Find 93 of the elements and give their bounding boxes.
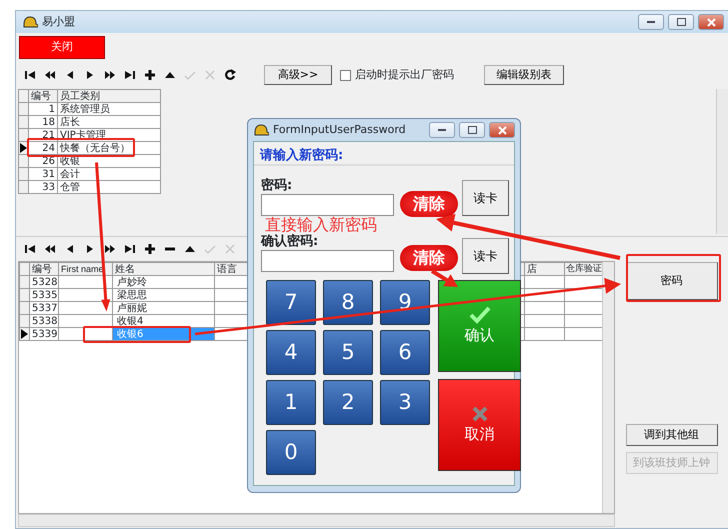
field-label: 密码: bbox=[261, 178, 294, 194]
close-button[interactable] bbox=[698, 14, 724, 30]
read-card-button[interactable]: 读卡 bbox=[462, 180, 509, 216]
checkbox[interactable] bbox=[340, 70, 351, 80]
minimize-button[interactable] bbox=[638, 14, 664, 30]
edit-level-table-button[interactable]: 编辑级别表 bbox=[484, 65, 564, 85]
double-right-icon[interactable] bbox=[104, 242, 116, 254]
keypad-key[interactable]: 9 bbox=[380, 280, 430, 325]
column-header: 员工类别 bbox=[58, 90, 160, 102]
cancel-button[interactable]: 取消 bbox=[438, 379, 521, 471]
double-left-icon[interactable] bbox=[44, 242, 56, 254]
first-icon[interactable] bbox=[24, 69, 36, 81]
table-cell: 店长 bbox=[58, 116, 160, 128]
table-cell: 梁思思 bbox=[112, 288, 214, 302]
table-cell: 卢丽妮 bbox=[112, 302, 214, 314]
table-cell: 5337 bbox=[30, 302, 58, 314]
minimize-icon bbox=[438, 129, 446, 131]
annotation-text: 直接输入新密码 bbox=[265, 216, 377, 234]
first-icon[interactable] bbox=[24, 242, 36, 254]
table-cell bbox=[58, 328, 112, 340]
dialog-title: FormInputUserPassword bbox=[273, 122, 406, 138]
table-cell: 1 bbox=[28, 102, 58, 116]
table-cell: 33 bbox=[28, 180, 58, 194]
column-header: First name bbox=[58, 262, 112, 276]
maximize-button[interactable] bbox=[459, 122, 485, 138]
table-cell bbox=[524, 314, 564, 328]
keypad-key[interactable]: 7 bbox=[266, 280, 316, 325]
table-cell: 卢妙玲 bbox=[112, 276, 214, 288]
keypad-key[interactable]: 0 bbox=[266, 430, 316, 475]
table-cell: 24 bbox=[28, 142, 58, 154]
table-cell: 5328 bbox=[30, 276, 58, 288]
table-cell bbox=[58, 314, 112, 328]
keypad-key[interactable]: 2 bbox=[323, 380, 373, 425]
password-field[interactable] bbox=[261, 250, 394, 272]
check-icon bbox=[468, 306, 490, 324]
annotation-label: 清除 bbox=[400, 191, 458, 217]
double-right-icon[interactable] bbox=[104, 69, 116, 81]
row-pointer-icon bbox=[21, 329, 28, 339]
read-card-button[interactable]: 读卡 bbox=[462, 238, 509, 274]
last-icon[interactable] bbox=[124, 242, 136, 254]
minimize-icon bbox=[647, 21, 655, 23]
scrollbar[interactable] bbox=[716, 89, 728, 234]
column-header: 店 bbox=[524, 262, 564, 276]
prompt-text: 请输入新密码: bbox=[254, 142, 514, 166]
side-button[interactable]: 调到其他组 bbox=[626, 424, 718, 446]
table-cell bbox=[524, 276, 564, 288]
annotation-label: 清除 bbox=[400, 245, 458, 271]
keypad-key[interactable]: 3 bbox=[380, 380, 430, 425]
checkbox-label: 启动时提示出厂密码 bbox=[355, 66, 454, 83]
close-icon bbox=[498, 126, 506, 134]
close-button[interactable] bbox=[489, 122, 515, 138]
maximize-icon bbox=[468, 126, 476, 134]
keypad-key[interactable]: 6 bbox=[380, 330, 430, 375]
column-header: 仓库验证 bbox=[564, 262, 602, 276]
keypad-key[interactable]: 4 bbox=[266, 330, 316, 375]
helmet-icon bbox=[22, 15, 38, 29]
column-header: 编号 bbox=[30, 262, 58, 276]
table-cell: 5335 bbox=[30, 288, 58, 302]
last-icon[interactable] bbox=[124, 69, 136, 81]
table-cell: 18 bbox=[28, 116, 58, 128]
password-field[interactable] bbox=[261, 194, 394, 216]
keypad-key[interactable]: 5 bbox=[323, 330, 373, 375]
keypad-key[interactable]: 1 bbox=[266, 380, 316, 425]
field-label: 确认密码: bbox=[261, 234, 320, 250]
maximize-button[interactable] bbox=[668, 14, 694, 30]
maximize-icon bbox=[676, 18, 686, 26]
table-cell bbox=[524, 302, 564, 314]
side-button[interactable]: 密码 bbox=[626, 262, 718, 300]
column-header: 编号 bbox=[28, 90, 58, 102]
window-title: 易小盟 bbox=[42, 14, 75, 30]
horizontal-scrollbar[interactable] bbox=[18, 514, 615, 527]
table-cell bbox=[524, 328, 564, 340]
advanced-button[interactable]: 高级>> bbox=[264, 65, 332, 85]
confirm-button[interactable]: 确认 bbox=[438, 280, 521, 372]
plus-icon[interactable] bbox=[144, 69, 156, 81]
minimize-button[interactable] bbox=[429, 122, 455, 138]
close-icon bbox=[706, 18, 716, 26]
double-left-icon[interactable] bbox=[44, 69, 56, 81]
refresh-icon[interactable] bbox=[224, 69, 236, 81]
x-icon bbox=[470, 404, 488, 423]
column-header: 姓名 bbox=[112, 262, 214, 276]
close-button[interactable]: 关闭 bbox=[19, 36, 105, 59]
table-cell: 系统管理员 bbox=[58, 102, 160, 116]
table-cell: 快餐（无台号） bbox=[58, 142, 160, 154]
table-cell: 5338 bbox=[30, 314, 58, 328]
row-pointer-icon bbox=[20, 143, 27, 153]
table-cell: 31 bbox=[28, 168, 58, 180]
plus-icon[interactable] bbox=[144, 242, 156, 254]
table-cell: 5339 bbox=[30, 328, 58, 340]
helmet-icon bbox=[253, 123, 269, 137]
table-cell: 21 bbox=[28, 128, 58, 142]
scrollbar[interactable] bbox=[602, 262, 614, 513]
keypad-key[interactable]: 8 bbox=[323, 280, 373, 325]
